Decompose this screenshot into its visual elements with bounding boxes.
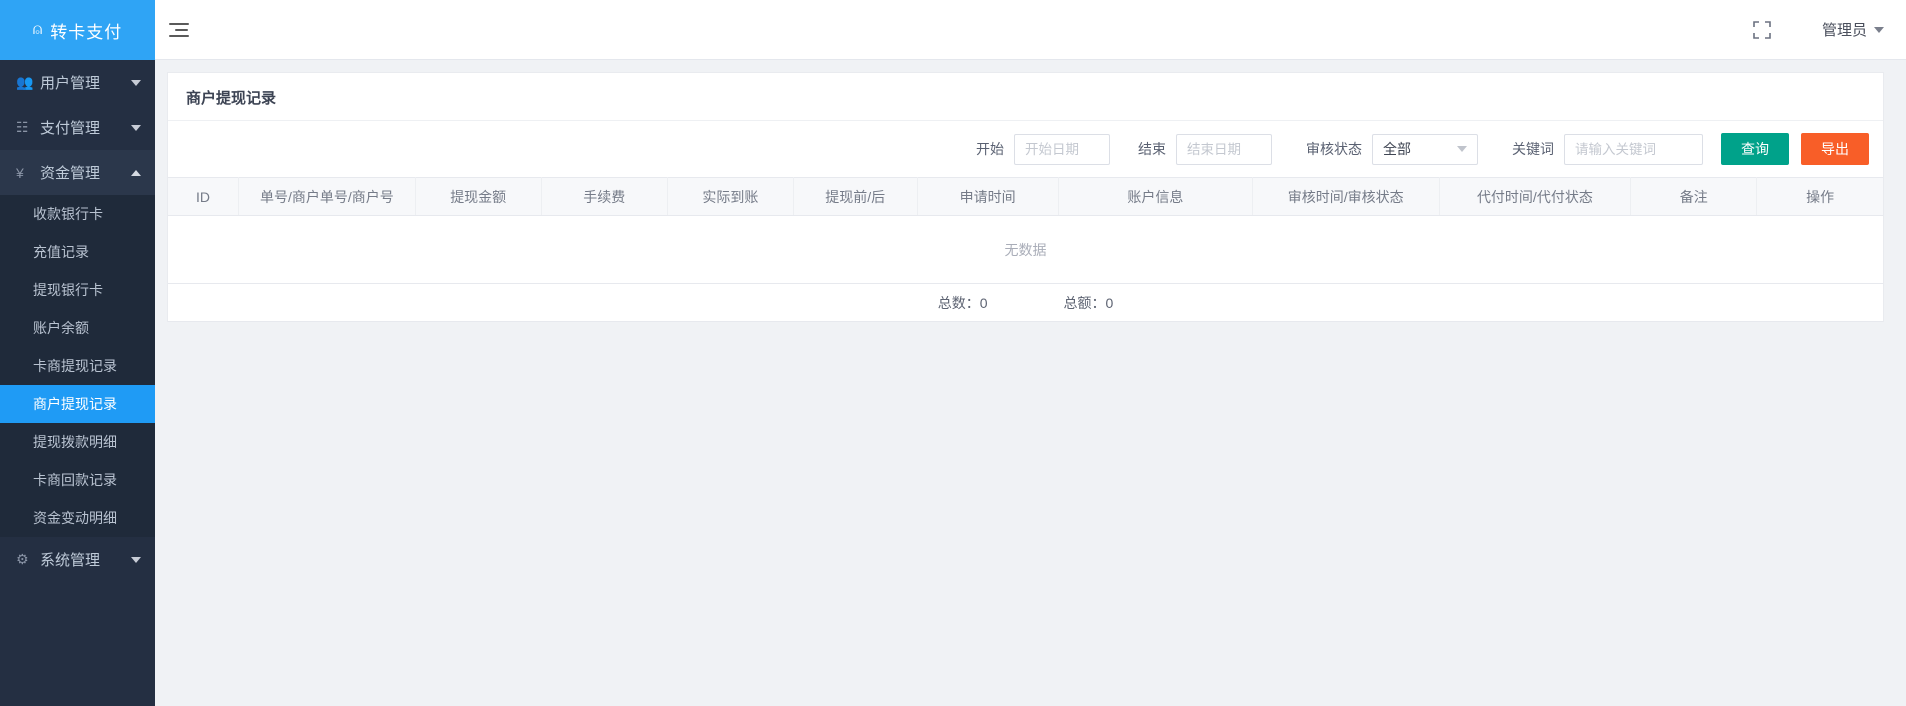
- end-date-label: 结束: [1138, 141, 1166, 157]
- sidebar-group-system-management[interactable]: ⚙ 系统管理: [0, 537, 155, 582]
- column-header-id[interactable]: ID: [168, 177, 240, 216]
- user-menu[interactable]: 管理员: [1822, 19, 1884, 40]
- keyword-input[interactable]: [1564, 133, 1703, 165]
- fullscreen-icon[interactable]: [1752, 20, 1772, 40]
- sidebar-item-label: 提现银行卡: [33, 282, 103, 298]
- sidebar-submenu-fund-management: 收款银行卡 充值记录 提现银行卡 账户余额 卡商提现记录 商户提现记录 提现拨款…: [0, 195, 155, 537]
- chevron-down-icon: [1457, 146, 1467, 152]
- keyword-label: 关键词: [1512, 141, 1554, 157]
- column-header-order-numbers[interactable]: 单号/商户单号/商户号: [238, 177, 416, 216]
- menu-fold-icon[interactable]: [169, 19, 191, 41]
- sidebar-item-merchant-withdraw-records[interactable]: 商户提现记录: [0, 385, 155, 423]
- sidebar-item-withdraw-disbursement-details[interactable]: 提现拨款明细: [0, 423, 155, 461]
- column-header-payout-time-status[interactable]: 代付时间/代付状态: [1439, 177, 1632, 216]
- sidebar-item-withdraw-bank-card[interactable]: 提现银行卡: [0, 271, 155, 309]
- chevron-down-icon: [131, 124, 141, 131]
- chevron-down-icon: [131, 79, 141, 86]
- sidebar-item-card-merchant-withdraw-records[interactable]: 卡商提现记录: [0, 347, 155, 385]
- sidebar-item-label: 商户提现记录: [33, 396, 117, 412]
- total-count-label: 总数：0: [937, 294, 988, 311]
- sidebar-item-fund-change-details[interactable]: 资金变动明细: [0, 499, 155, 537]
- fullscreen-glyph: [1753, 20, 1771, 39]
- sidebar-group-label: 用户管理: [40, 75, 101, 92]
- empty-state-text: 无数据: [168, 215, 1883, 284]
- chevron-down-icon: [1874, 26, 1884, 33]
- sidebar-item-label: 充值记录: [33, 244, 89, 260]
- fold-bar: [169, 34, 189, 37]
- sidebar-group-label: 系统管理: [40, 552, 101, 569]
- table-head: ID 单号/商户单号/商户号 提现金额 手续费 实际到账 提现前/后 申请时间 …: [168, 177, 1883, 216]
- sidebar-item-receiving-bank-card[interactable]: 收款银行卡: [0, 195, 155, 233]
- sidebar-item-account-balance[interactable]: 账户余额: [0, 309, 155, 347]
- audit-status-value: 全部: [1383, 141, 1411, 157]
- chevron-down-icon: [131, 556, 141, 563]
- records-card: 商户提现记录 开始 结束 审核状态 全部 关键词 查: [167, 72, 1884, 322]
- sidebar-group-label: 支付管理: [40, 120, 101, 137]
- table-footer-totals: 总数：0 总额：0: [168, 284, 1883, 322]
- column-header-remark[interactable]: 备注: [1630, 177, 1758, 216]
- sidebar-item-label: 收款银行卡: [33, 206, 103, 222]
- sidebar: ⍝ 转卡支付 👥 用户管理 ☷ 支付管理 ¥ 资金管理 收款银行卡 充值记录 提…: [0, 0, 155, 706]
- records-table: ID 单号/商户单号/商户号 提现金额 手续费 实际到账 提现前/后 申请时间 …: [168, 177, 1883, 284]
- sidebar-group-payment-management[interactable]: ☷ 支付管理: [0, 105, 155, 150]
- column-header-actual-received[interactable]: 实际到账: [667, 177, 794, 216]
- column-header-before-after-withdraw[interactable]: 提现前/后: [793, 177, 918, 216]
- filter-bar: 开始 结束 审核状态 全部 关键词 查询 导出: [168, 121, 1883, 177]
- sidebar-logo[interactable]: ⍝ 转卡支付: [0, 0, 155, 60]
- column-header-withdraw-amount[interactable]: 提现金额: [415, 177, 542, 216]
- content-area: 商户提现记录 开始 结束 审核状态 全部 关键词 查: [155, 60, 1906, 706]
- start-date-label: 开始: [976, 141, 1004, 157]
- topbar: 管理员: [155, 0, 1906, 60]
- grid-icon: ☷: [16, 119, 29, 135]
- sidebar-item-label: 提现拨款明细: [33, 434, 117, 450]
- sidebar-item-label: 卡商回款记录: [33, 472, 117, 488]
- total-amount-label: 总额：0: [1063, 294, 1114, 311]
- audit-status-select[interactable]: 全部: [1372, 133, 1478, 165]
- sidebar-item-label: 资金变动明细: [33, 510, 117, 526]
- flame-icon: ⍝: [32, 21, 44, 38]
- app-root: ⍝ 转卡支付 👥 用户管理 ☷ 支付管理 ¥ 资金管理 收款银行卡 充值记录 提…: [0, 0, 1906, 706]
- fold-bar: [175, 28, 188, 31]
- table-header-row: ID 单号/商户单号/商户号 提现金额 手续费 实际到账 提现前/后 申请时间 …: [168, 177, 1883, 216]
- end-date-input[interactable]: [1176, 133, 1272, 165]
- users-icon: 👥: [16, 74, 34, 90]
- audit-status-select-wrapper: 全部: [1372, 133, 1478, 165]
- column-header-account-info[interactable]: 账户信息: [1058, 177, 1253, 216]
- sidebar-filler: [0, 582, 155, 706]
- yen-circle-icon: ¥: [16, 164, 24, 181]
- fold-bar: [169, 22, 189, 25]
- start-date-input[interactable]: [1014, 133, 1110, 165]
- sidebar-item-label: 卡商提现记录: [33, 358, 117, 374]
- audit-status-label: 审核状态: [1306, 141, 1362, 157]
- page-title: 商户提现记录: [168, 73, 1883, 121]
- sidebar-group-label: 资金管理: [40, 165, 101, 182]
- sidebar-item-card-merchant-repayment-records[interactable]: 卡商回款记录: [0, 461, 155, 499]
- gear-icon: ⚙: [16, 551, 29, 567]
- chevron-up-icon: [131, 169, 141, 176]
- column-header-audit-time-status[interactable]: 审核时间/审核状态: [1252, 177, 1440, 216]
- main-area: 管理员 商户提现记录 开始 结束 审核状态 全部: [155, 0, 1906, 706]
- column-header-actions[interactable]: 操作: [1756, 177, 1883, 216]
- table-body: 无数据: [168, 215, 1883, 284]
- user-menu-label: 管理员: [1821, 22, 1867, 39]
- column-header-fee[interactable]: 手续费: [541, 177, 668, 216]
- sidebar-item-label: 账户余额: [33, 320, 89, 336]
- logo-text: 转卡支付: [50, 22, 123, 42]
- sidebar-group-user-management[interactable]: 👥 用户管理: [0, 60, 155, 105]
- export-button[interactable]: 导出: [1801, 133, 1869, 165]
- query-button[interactable]: 查询: [1721, 133, 1789, 165]
- sidebar-item-recharge-records[interactable]: 充值记录: [0, 233, 155, 271]
- table-empty-row: 无数据: [168, 215, 1883, 284]
- column-header-apply-time[interactable]: 申请时间: [917, 177, 1059, 216]
- sidebar-group-fund-management[interactable]: ¥ 资金管理: [0, 150, 155, 195]
